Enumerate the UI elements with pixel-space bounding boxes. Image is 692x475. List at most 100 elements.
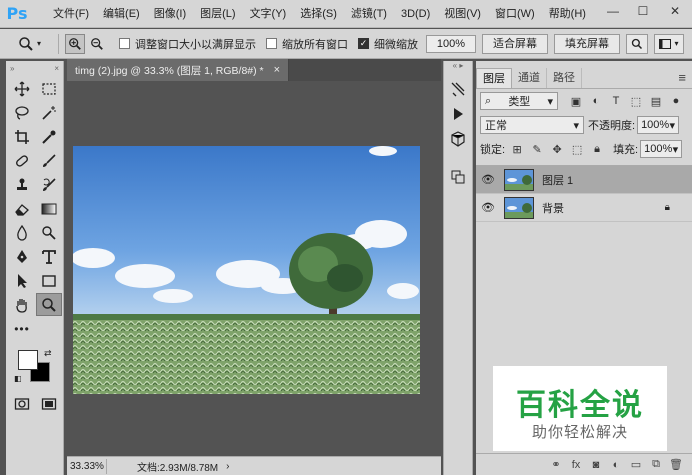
move-tool[interactable] bbox=[9, 77, 35, 100]
menu-layer[interactable]: 图层(L) bbox=[193, 0, 242, 28]
zoom-out-button[interactable] bbox=[87, 34, 107, 54]
canvas-workspace[interactable] bbox=[67, 81, 441, 456]
history-brush-tool[interactable] bbox=[36, 173, 62, 196]
search-button[interactable] bbox=[626, 33, 648, 54]
eye-icon[interactable]: 👁︎ bbox=[476, 201, 500, 214]
tab-paths[interactable]: 路径 bbox=[547, 68, 582, 88]
scrubby-zoom-checkbox[interactable]: ✓ bbox=[358, 38, 369, 49]
menu-3d[interactable]: 3D(D) bbox=[394, 0, 437, 28]
panel-menu-icon[interactable]: ≡ bbox=[678, 70, 686, 85]
layer-row-background[interactable]: 👁︎ 背景 🔒︎ bbox=[476, 194, 692, 222]
lock-transparent-icon[interactable]: ⊞ bbox=[509, 141, 525, 157]
opacity-field[interactable]: 100% ▾ bbox=[637, 116, 680, 134]
close-panel-icon[interactable]: × bbox=[54, 64, 59, 73]
marquee-tool[interactable] bbox=[36, 77, 62, 100]
document-canvas[interactable] bbox=[73, 146, 420, 394]
filter-shape-icon[interactable]: ⬚ bbox=[628, 93, 644, 109]
shape-tool[interactable] bbox=[36, 269, 62, 292]
blend-mode-select[interactable]: 正常 ▾ bbox=[480, 116, 584, 134]
scrubby-zoom-option[interactable]: ✓ 细微缩放 bbox=[358, 36, 418, 52]
swap-colors-icon[interactable]: ⇄ bbox=[44, 348, 52, 359]
layer-row-layer-1[interactable]: 👁︎ 图层 1 bbox=[476, 166, 692, 194]
menu-window[interactable]: 窗口(W) bbox=[488, 0, 542, 28]
chevron-right-icon[interactable]: › bbox=[226, 461, 229, 472]
blur-tool[interactable] bbox=[9, 221, 35, 244]
menu-select[interactable]: 选择(S) bbox=[293, 0, 344, 28]
3d-panel-button[interactable] bbox=[447, 128, 469, 150]
close-tab-icon[interactable]: × bbox=[274, 64, 280, 76]
more-tools[interactable]: ••• bbox=[9, 317, 35, 340]
screen-mode-button[interactable] bbox=[36, 392, 62, 415]
mask-icon[interactable]: ◙ bbox=[586, 459, 606, 471]
minimize-button[interactable]: — bbox=[598, 0, 628, 22]
workspace-switcher[interactable]: ▾ bbox=[654, 33, 684, 54]
default-colors-icon[interactable]: ◧ bbox=[14, 374, 22, 383]
menu-image[interactable]: 图像(I) bbox=[147, 0, 193, 28]
zoom-value-field[interactable]: 100% bbox=[426, 34, 476, 53]
history-panel-button[interactable] bbox=[447, 78, 469, 100]
tab-layers[interactable]: 图层 bbox=[476, 68, 512, 88]
filter-toggle-icon[interactable]: ● bbox=[668, 93, 684, 109]
hand-icon bbox=[16, 298, 27, 313]
menu-filter[interactable]: 滤镜(T) bbox=[344, 0, 394, 28]
resize-windows-checkbox[interactable] bbox=[119, 38, 130, 49]
path-selection-tool[interactable] bbox=[9, 269, 35, 292]
group-icon[interactable]: ▭ bbox=[626, 458, 646, 471]
lock-position-icon[interactable]: ✥ bbox=[549, 141, 565, 157]
fit-screen-button[interactable]: 适合屏幕 bbox=[482, 33, 548, 54]
fill-screen-button[interactable]: 填充屏幕 bbox=[554, 33, 620, 54]
menu-view[interactable]: 视图(V) bbox=[437, 0, 488, 28]
dodge-tool[interactable] bbox=[36, 221, 62, 244]
filter-type-icon[interactable]: T bbox=[608, 93, 624, 109]
hand-tool[interactable] bbox=[9, 293, 35, 316]
tab-channels[interactable]: 通道 bbox=[512, 68, 547, 88]
menu-file[interactable]: 文件(F) bbox=[46, 0, 96, 28]
pen-tool[interactable] bbox=[9, 245, 35, 268]
lock-label: 锁定: bbox=[480, 144, 506, 156]
filter-smart-object-icon[interactable]: ▤ bbox=[648, 93, 664, 109]
close-button[interactable]: ✕ bbox=[658, 0, 692, 22]
lock-artboard-icon[interactable]: ⬚ bbox=[569, 141, 585, 157]
crop-tool[interactable] bbox=[9, 125, 35, 148]
stamp-tool[interactable] bbox=[9, 173, 35, 196]
collapse-icon[interactable]: » bbox=[10, 64, 14, 73]
magic-wand-tool[interactable] bbox=[36, 101, 62, 124]
dock-header[interactable]: « ▸ bbox=[444, 61, 472, 75]
gradient-tool[interactable] bbox=[36, 197, 62, 220]
type-tool[interactable] bbox=[36, 245, 62, 268]
brush-tool[interactable] bbox=[36, 149, 62, 172]
link-icon[interactable]: ⚭ bbox=[546, 458, 566, 471]
healing-brush-tool[interactable] bbox=[9, 149, 35, 172]
new-layer-icon[interactable]: ⧉ bbox=[646, 458, 666, 471]
dodge-icon bbox=[42, 225, 56, 240]
filter-kind-select[interactable]: ⌕ 类型 ▾ bbox=[480, 92, 558, 110]
quick-mask-button[interactable] bbox=[9, 392, 35, 415]
tool-preset-picker[interactable]: ▾ bbox=[18, 36, 52, 52]
foreground-color[interactable] bbox=[18, 350, 38, 370]
fx-icon[interactable]: fx bbox=[566, 459, 586, 471]
trash-icon[interactable]: 🗑︎ bbox=[666, 458, 686, 471]
adjustment-icon[interactable]: ◐ bbox=[606, 459, 626, 471]
eraser-tool[interactable] bbox=[9, 197, 35, 220]
eye-icon[interactable]: 👁︎ bbox=[476, 173, 500, 186]
status-zoom[interactable]: 33.33% bbox=[67, 458, 107, 474]
maximize-button[interactable]: ☐ bbox=[628, 0, 658, 22]
document-tab[interactable]: timg (2).jpg @ 33.3% (图层 1, RGB/8#) * × bbox=[67, 59, 290, 81]
filter-adjustment-icon[interactable]: ◐ bbox=[588, 93, 604, 109]
zoom-all-checkbox[interactable] bbox=[266, 38, 277, 49]
actions-panel-button[interactable] bbox=[447, 103, 469, 125]
paragraph-panel-button[interactable] bbox=[447, 166, 469, 188]
zoom-in-button[interactable] bbox=[65, 33, 85, 54]
menu-edit[interactable]: 编辑(E) bbox=[96, 0, 147, 28]
resize-windows-option[interactable]: 调整窗口大小以满屏显示 bbox=[119, 36, 256, 52]
filter-pixel-icon[interactable]: ▣ bbox=[568, 93, 584, 109]
lock-pixels-icon[interactable]: ✎ bbox=[529, 141, 545, 157]
menu-type[interactable]: 文字(Y) bbox=[243, 0, 294, 28]
eyedropper-tool[interactable] bbox=[36, 125, 62, 148]
lock-all-icon[interactable]: 🔒︎ bbox=[589, 141, 605, 157]
zoom-all-option[interactable]: 缩放所有窗口 bbox=[266, 36, 348, 52]
menu-help[interactable]: 帮助(H) bbox=[542, 0, 593, 28]
zoom-tool[interactable] bbox=[36, 293, 62, 316]
lasso-tool[interactable] bbox=[9, 101, 35, 124]
fill-field[interactable]: 100% ▾ bbox=[640, 140, 683, 158]
